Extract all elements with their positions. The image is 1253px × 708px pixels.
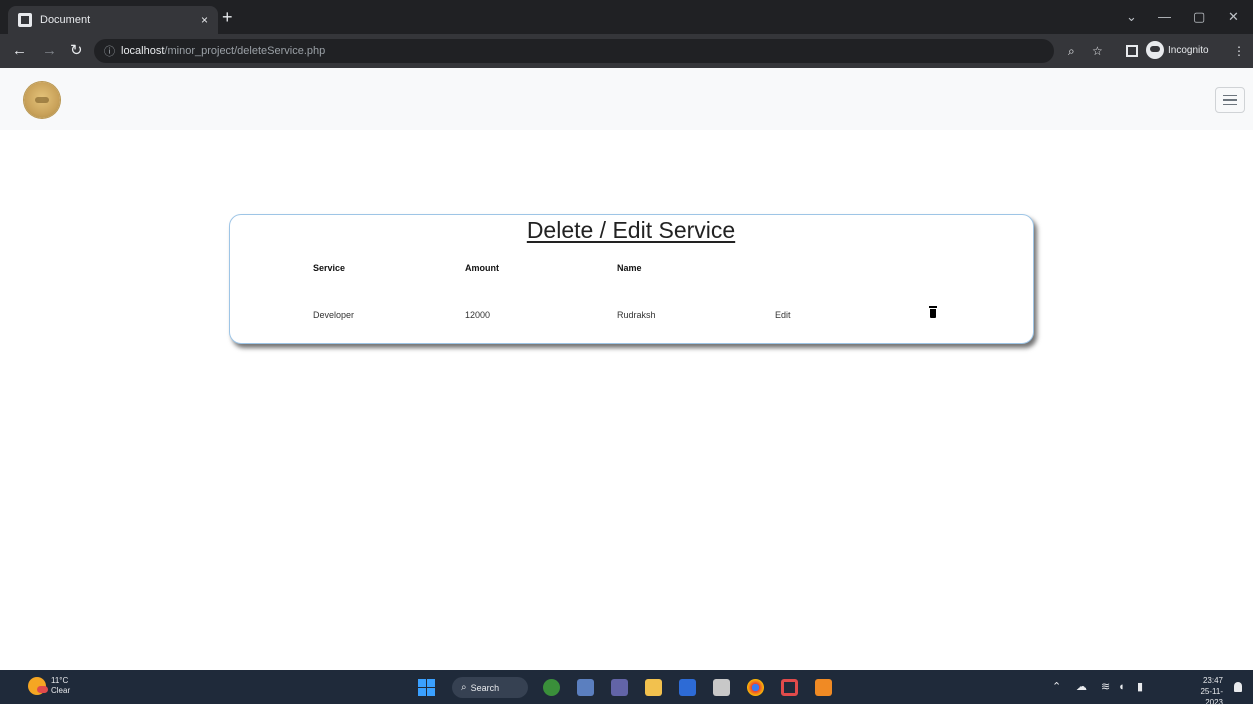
mcafee-icon[interactable] <box>781 679 798 696</box>
teams-icon[interactable] <box>611 679 628 696</box>
tab-title: Document <box>40 14 91 26</box>
notepad-icon[interactable] <box>713 679 730 696</box>
info-icon[interactable]: ⓘ <box>104 43 115 59</box>
minimize-button[interactable]: — <box>1158 9 1171 24</box>
weather-icon <box>28 677 48 695</box>
cell-name: Rudraksh <box>617 310 656 320</box>
navbar <box>0 68 1253 130</box>
cell-service: Developer <box>313 310 355 320</box>
chrome-icon[interactable] <box>747 679 764 696</box>
reload-icon[interactable]: ↻ <box>70 41 83 61</box>
wifi-icon[interactable]: ≋ <box>1101 680 1110 694</box>
url-host: localhost <box>121 45 165 57</box>
incognito-icon <box>1146 41 1164 59</box>
windows-start-icon[interactable] <box>418 679 435 696</box>
sidepanel-icon[interactable] <box>1126 45 1138 57</box>
maximize-button[interactable]: ▢ <box>1193 9 1205 25</box>
column-header-amount: Amount <box>465 263 499 273</box>
file-explorer-icon[interactable] <box>645 679 662 696</box>
forward-icon[interactable]: → <box>42 41 57 61</box>
zoom-icon[interactable]: ⌕ <box>1068 43 1075 59</box>
trash-icon[interactable] <box>929 306 937 318</box>
cell-amount: 12000 <box>465 310 491 320</box>
address-bar[interactable]: ⓘ localhost /minor_project/deleteService… <box>94 39 1054 63</box>
tray-overflow-icon[interactable]: ⌃ <box>1052 680 1061 694</box>
browser-toolbar: ← → ↻ ⓘ localhost /minor_project/deleteS… <box>0 34 1253 68</box>
search-icon: ⌕ <box>461 682 467 693</box>
column-header-name: Name <box>617 263 642 273</box>
search-label: Search <box>470 682 500 693</box>
edit-link[interactable]: Edit <box>775 310 791 320</box>
clock-date: 25-11-2023 <box>1200 687 1223 707</box>
copilot-app-icon[interactable] <box>543 679 560 696</box>
notification-bell-icon[interactable] <box>1234 682 1242 692</box>
page-title: Delete / Edit Service <box>526 217 736 243</box>
task-view-icon[interactable] <box>577 679 594 696</box>
system-clock[interactable]: 23:47 25-11-2023 <box>1185 675 1223 708</box>
xampp-icon[interactable] <box>815 679 832 696</box>
menu-icon[interactable]: ⋮ <box>1233 43 1245 59</box>
weather-condition: Clear <box>51 686 71 695</box>
weather-widget[interactable]: 11°C Clear <box>28 676 70 696</box>
tab-close-icon[interactable]: × <box>201 13 208 27</box>
hamburger-icon[interactable] <box>1215 87 1245 113</box>
volume-icon[interactable]: ◖ <box>1118 680 1125 694</box>
tab-search-icon[interactable]: ⌄ <box>1126 9 1137 25</box>
url-path: /minor_project/deleteService.php <box>164 45 326 57</box>
onedrive-icon[interactable]: ☁ <box>1076 680 1087 694</box>
new-tab-button[interactable]: + <box>222 8 233 26</box>
page-favicon-icon <box>18 13 32 27</box>
weather-temp: 11°C <box>51 676 69 685</box>
battery-icon[interactable]: ▮ <box>1137 680 1143 694</box>
windows-taskbar: 11°C Clear ⌕ Search ⌃ ☁ ≋ ◖ ▮ 23:47 25-1… <box>0 670 1253 707</box>
bookmark-icon[interactable]: ☆ <box>1092 43 1103 59</box>
site-logo[interactable] <box>24 82 60 118</box>
incognito-badge[interactable]: Incognito <box>1146 41 1209 59</box>
back-icon[interactable]: ← <box>12 41 27 61</box>
browser-titlebar: Document × + ⌄ — ▢ ✕ <box>0 0 1253 34</box>
vscode-icon[interactable] <box>679 679 696 696</box>
clock-time: 23:47 <box>1202 676 1223 685</box>
close-window-button[interactable]: ✕ <box>1228 9 1239 25</box>
taskbar-search[interactable]: ⌕ Search <box>452 677 528 698</box>
incognito-label: Incognito <box>1168 44 1209 56</box>
column-header-service: Service <box>313 263 346 273</box>
browser-tab[interactable]: Document × <box>8 6 218 34</box>
